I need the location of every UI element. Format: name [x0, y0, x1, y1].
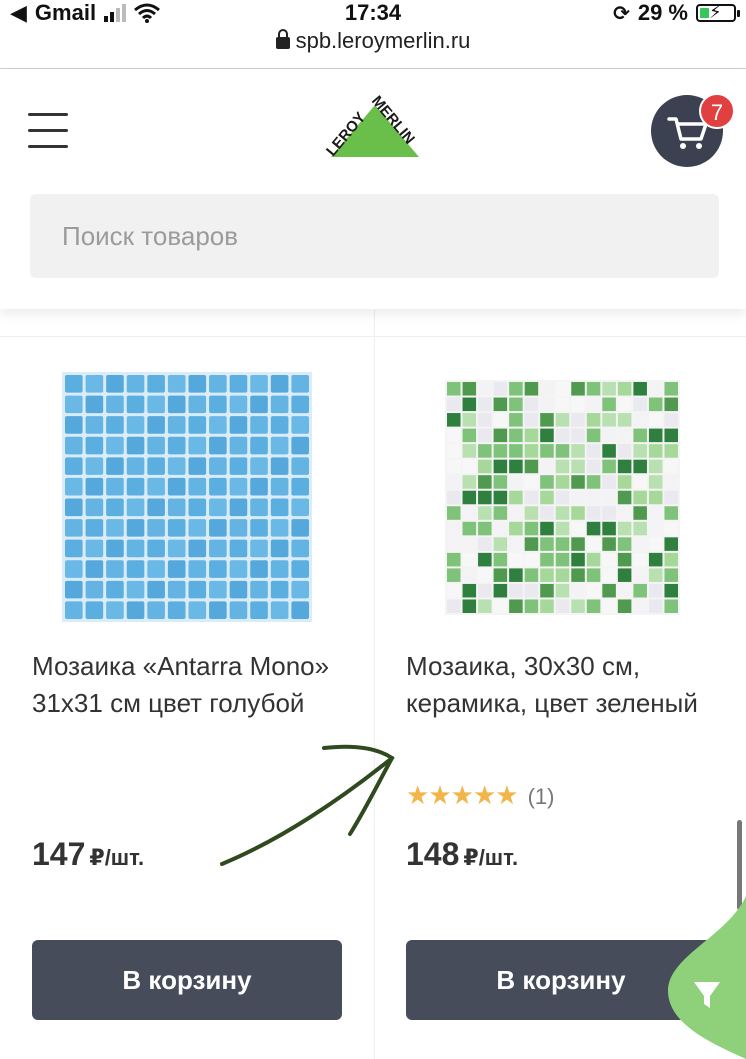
cart-button[interactable]: 7 — [651, 93, 735, 167]
product-title[interactable]: Мозаика, 30x30 см, керамика, цвет зелены… — [406, 648, 706, 722]
leroy-merlin-logo[interactable]: LEROY MERLIN — [323, 93, 427, 167]
site-header: LEROY MERLIN 7 — [0, 69, 746, 309]
lock-icon — [275, 29, 290, 49]
product-title[interactable]: Мозаика «Antarra Mono» 31x31 см цвет гол… — [32, 648, 332, 722]
star-icon: ★ — [472, 780, 496, 810]
product-price: 148 ₽/шт. — [406, 836, 519, 872]
product-image[interactable] — [445, 380, 680, 615]
add-to-cart-button[interactable]: В корзину — [32, 940, 342, 1020]
search-input[interactable] — [30, 194, 719, 278]
orientation-lock-icon: ⟳ — [613, 2, 630, 25]
product-image[interactable] — [62, 372, 312, 622]
star-icon: ★ — [428, 780, 451, 810]
review-count[interactable]: (1) — [528, 784, 555, 809]
filter-button[interactable] — [668, 896, 746, 1059]
product-card[interactable]: Мозаика «Antarra Mono» 31x31 см цвет гол… — [0, 310, 375, 1059]
product-price: 147 ₽/шт. — [32, 836, 145, 872]
rating-stars: ★★★★★ (1) — [406, 780, 554, 811]
star-icon: ★ — [406, 780, 429, 810]
star-icon: ★ — [450, 780, 474, 810]
url-bar[interactable]: spb.leroymerlin.ru — [0, 28, 746, 69]
status-bar: ◀ Gmail 17:34 ⟳ 29 % ⚡ — [0, 0, 746, 28]
star-icon: ★ — [495, 780, 518, 810]
menu-icon[interactable] — [28, 113, 68, 148]
product-grid: Мозаика «Antarra Mono» 31x31 см цвет гол… — [0, 310, 746, 1059]
battery-percent: 29 % — [637, 0, 688, 25]
battery-icon: ⚡ — [696, 2, 740, 22]
url-text[interactable]: spb.leroymerlin.ru — [296, 28, 471, 53]
status-right: ⟳ 29 % ⚡ — [613, 0, 740, 26]
cart-count-badge: 7 — [699, 93, 735, 129]
